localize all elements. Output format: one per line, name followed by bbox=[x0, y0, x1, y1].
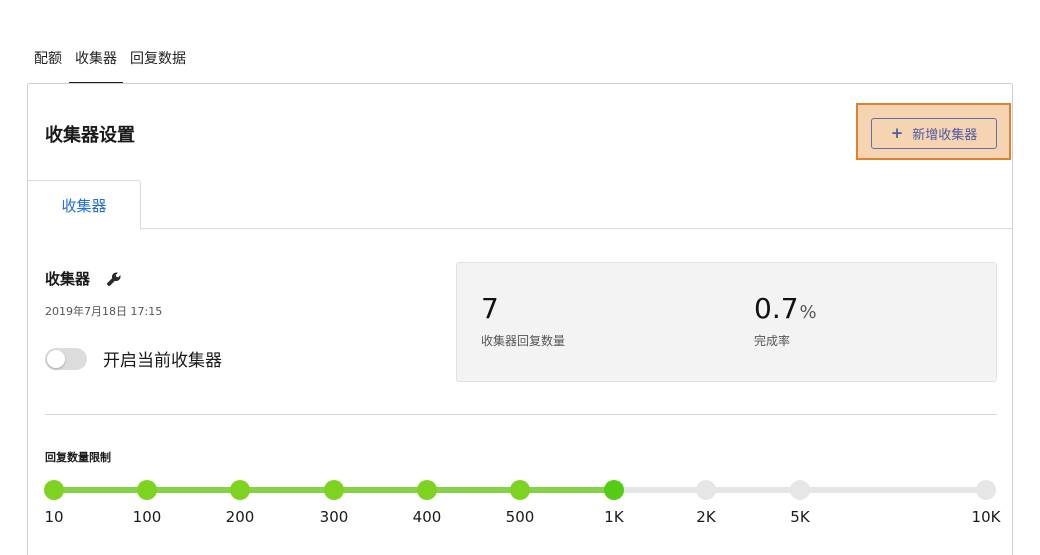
collector-date: 2019年7月18日 17:15 bbox=[45, 305, 163, 318]
slider-step-2K[interactable] bbox=[696, 480, 716, 500]
add-collector-button[interactable]: + 新增收集器 bbox=[871, 118, 997, 149]
add-collector-highlight: + 新增收集器 bbox=[856, 103, 1011, 160]
stat-completion-unit: % bbox=[799, 302, 817, 323]
stat-responses-label: 收集器回复数量 bbox=[481, 334, 566, 348]
wrench-icon[interactable] bbox=[106, 271, 122, 287]
slider-step-100[interactable] bbox=[137, 480, 157, 500]
slider-step-10[interactable] bbox=[44, 480, 64, 500]
toggle-label: 开启当前收集器 bbox=[103, 351, 222, 371]
slider-step-200[interactable] bbox=[230, 480, 250, 500]
limit-title: 回复数量限制 bbox=[45, 451, 111, 464]
stat-completion-label: 完成率 bbox=[754, 334, 791, 348]
slider-track-segment bbox=[147, 487, 240, 493]
slider-step-500[interactable] bbox=[510, 480, 530, 500]
stat-responses: 7 收集器回复数量 bbox=[481, 295, 565, 349]
collector-name: 收集器 bbox=[45, 270, 91, 288]
add-collector-label: 新增收集器 bbox=[912, 128, 978, 143]
tab-response-data[interactable]: 回复数据 bbox=[124, 38, 192, 84]
slider-track-segment bbox=[614, 487, 706, 493]
slider-track-segment bbox=[240, 487, 334, 493]
slider-tick-label: 5K bbox=[790, 508, 810, 526]
slider-step-5K[interactable] bbox=[790, 480, 810, 500]
slider-track-segment bbox=[54, 487, 147, 493]
stats-panel: 7 收集器回复数量 0.7% 完成率 bbox=[456, 262, 997, 382]
slider-tick-label: 500 bbox=[505, 508, 535, 526]
slider-tick-label: 2K bbox=[696, 508, 716, 526]
toggle-knob bbox=[47, 349, 65, 368]
tab-collectors[interactable]: 收集器 bbox=[69, 38, 123, 84]
plus-icon: + bbox=[890, 124, 904, 142]
collector-tab-bar: 收集器 bbox=[28, 180, 1012, 230]
tab-quota[interactable]: 配额 bbox=[28, 38, 68, 84]
slider-tick-label: 200 bbox=[225, 508, 255, 526]
stat-responses-value: 7 bbox=[481, 292, 499, 325]
slider-track-segment bbox=[706, 487, 800, 493]
card-title: 收集器设置 bbox=[45, 125, 135, 146]
collector-toggle[interactable] bbox=[45, 347, 87, 370]
slider-track-segment bbox=[334, 487, 427, 493]
slider-step-1K[interactable] bbox=[604, 480, 624, 500]
collector-settings-card: 收集器设置 + 新增收集器 收集器 收集器 2019年7月18日 17:15 开… bbox=[27, 83, 1013, 555]
slider-tick-label: 1K bbox=[604, 508, 624, 526]
slider-tick-label: 10K bbox=[971, 508, 1001, 526]
collector-toggle-row: 开启当前收集器 bbox=[45, 346, 222, 371]
slider-track-segment bbox=[800, 487, 986, 493]
slider-track-segment bbox=[427, 487, 520, 493]
slider-tick-label: 400 bbox=[412, 508, 442, 526]
top-tab-bar: 配额 收集器 回复数据 bbox=[28, 38, 193, 84]
slider-track-segment bbox=[520, 487, 614, 493]
slider-tick-label: 10 bbox=[44, 508, 64, 526]
slider-tick-label: 100 bbox=[132, 508, 162, 526]
slider-step-300[interactable] bbox=[324, 480, 344, 500]
collector-header: 收集器 bbox=[45, 268, 122, 289]
slider-step-10K[interactable] bbox=[976, 480, 996, 500]
slider-step-400[interactable] bbox=[417, 480, 437, 500]
slider-tick-label: 300 bbox=[319, 508, 349, 526]
tab-collector[interactable]: 收集器 bbox=[28, 180, 141, 230]
stat-completion: 0.7% 完成率 bbox=[754, 295, 817, 349]
stat-completion-value: 0.7 bbox=[754, 292, 799, 325]
section-divider bbox=[45, 414, 997, 415]
